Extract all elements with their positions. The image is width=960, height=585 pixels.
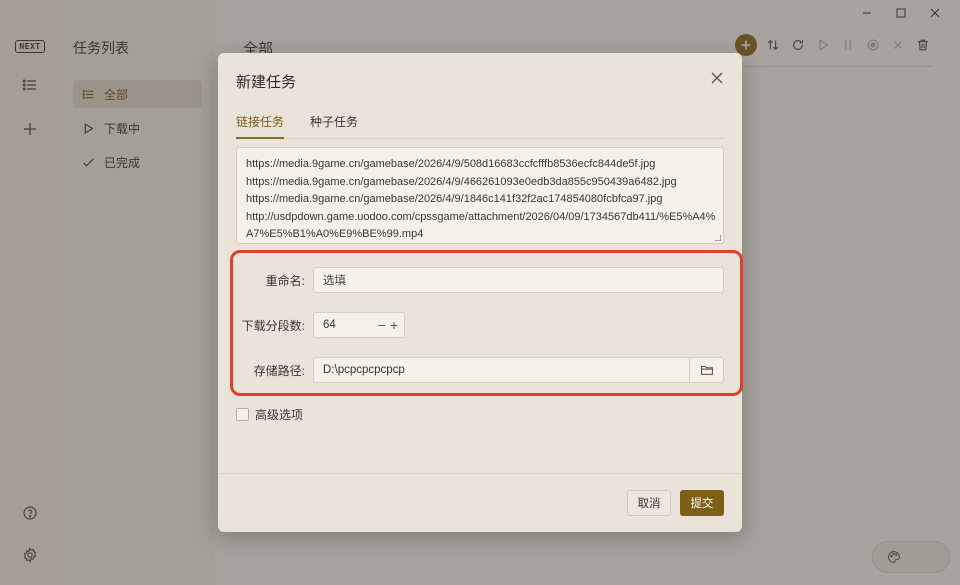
rename-label: 重命名:	[265, 273, 305, 288]
cancel-button[interactable]: 取消	[627, 490, 671, 516]
tab-torrent-task[interactable]: 种子任务	[310, 113, 358, 139]
resize-handle[interactable]	[715, 235, 721, 241]
tab-link-task[interactable]: 链接任务	[236, 113, 285, 139]
segments-row: 下载分段数: 64 − +	[236, 312, 724, 338]
path-label: 存储路径:	[253, 363, 305, 378]
dialog-title: 新建任务	[236, 74, 297, 91]
path-value: D:\pcpcpcpcpcp	[323, 364, 405, 376]
url-line: A7%E5%B1%A0%E9%BE%99.mp4	[246, 228, 424, 240]
path-row: 存储路径: D:\pcpcpcpcpcp	[236, 357, 724, 383]
url-textarea[interactable]: ​ https://media.9game.cn/gamebase/2026/4…	[236, 147, 724, 244]
browse-folder-button[interactable]	[689, 358, 723, 382]
close-icon[interactable]	[710, 71, 724, 85]
task-type-tabs: 链接任务 种子任务	[236, 113, 724, 139]
divider	[218, 473, 742, 474]
folder-icon	[700, 365, 713, 375]
url-line: https://media.9game.cn/gamebase/2026/4/9…	[246, 175, 677, 188]
submit-button[interactable]: 提交	[680, 490, 724, 516]
url-line: https://media.9game.cn/gamebase/2026/4/9…	[246, 158, 656, 170]
rename-row: 重命名: 选填	[236, 267, 724, 293]
segments-label: 下载分段数:	[241, 318, 305, 333]
segments-stepper[interactable]: 64 − +	[313, 312, 405, 338]
increment-button[interactable]: +	[390, 317, 398, 333]
url-line: https://media.9game.cn/gamebase/2026/4/9…	[246, 193, 663, 205]
decrement-button[interactable]: −	[378, 317, 386, 333]
advanced-options-label: 高级选项	[255, 408, 304, 422]
segments-value: 64	[323, 319, 336, 331]
advanced-options-checkbox[interactable]	[236, 408, 249, 421]
path-input[interactable]: D:\pcpcpcpcpcp	[313, 357, 724, 383]
rename-input[interactable]: 选填	[313, 267, 724, 293]
new-task-dialog: 新建任务 链接任务 种子任务 ​ https://media.9game.cn/…	[218, 53, 743, 532]
advanced-options[interactable]: 高级选项	[236, 406, 303, 423]
url-line: http://usdpdown.game.uodoo.com/cpssgame/…	[246, 210, 715, 223]
